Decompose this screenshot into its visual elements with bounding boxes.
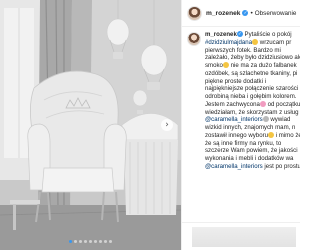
carousel-dot[interactable] [99,240,102,243]
caption-text-segment: wizkid innych, znajomych mam, n [205,124,296,131]
caption-text-segment: Jestem zachwycona [205,100,260,108]
caption-text-segment: nie ma za dużo falbanek [228,62,297,69]
caption-text-segment: zależało, żeby było dzidziusiowo ale [205,54,300,62]
post-header: m_rozenek ✓ • Obserwowanie [182,0,300,27]
caption-line: zostawił innego wyboru i mimo że [205,131,300,140]
caption-text-segment: od początku [265,100,300,108]
carousel-dot[interactable] [84,240,87,243]
nursery-photo [0,0,181,250]
hashtag-link[interactable]: #dzidziulmajdana [205,39,252,46]
caption-text-segment: jest po prostu [262,162,300,170]
caption-text-segment: piękne proste dodatki i [205,77,266,85]
caption-line: #dzidziulmajdana wrzucam pr [205,38,300,47]
mention-link[interactable]: @caramella_interiors [205,116,263,123]
caption-text-segment: pierwszych fotek. Bardzo mi [205,46,281,54]
caption-line: najpiękniejsze połączenie szarości [205,85,300,93]
carousel-dot[interactable] [94,240,97,243]
caption: m_rozenek✓ Pytaliście o pokój #dzidziulma… [182,27,300,171]
caption-text-segment: wrzucam pr [258,38,292,46]
blurred-area [182,222,300,250]
post-sidebar: m_rozenek ✓ • Obserwowanie m_rozenek✓ Py… [181,0,300,250]
caption-line: wizkid innych, znajomych mam, n [205,124,300,132]
carousel-dot-active[interactable] [69,240,72,243]
follow-button[interactable]: Obserwowanie [255,10,297,17]
caption-text-segment: wiedziałam, że skorzystam z usług [205,108,299,116]
caption-text: m_rozenek✓ Pytaliście o pokój #dzidziulma… [205,31,300,171]
post-photo[interactable]: › [0,0,181,250]
caption-line: ozdóbek, są szlachetne tkaniny, pi [205,70,300,78]
caption-line: że są inne firmy na rynku, to [205,140,300,148]
caption-text-segment: wywiad [268,116,291,124]
caption-text-segment: ozdóbek, są szlachetne tkaniny, pi [205,69,298,77]
caption-line: wykonania i mebli i dodatków wa [205,155,300,163]
mention-link[interactable]: @caramella_interiors [205,163,263,170]
avatar[interactable] [187,5,202,21]
caption-line: Jestem zachwycona od początku [205,100,300,109]
carousel-indicator [0,240,181,243]
carousel-dot[interactable] [79,240,82,243]
carousel-dot[interactable] [89,240,92,243]
chevron-right-icon[interactable]: › [161,119,173,131]
caption-text-segment: wykonania i mebli i dodatków wa [205,155,294,162]
caption-text-segment: że są inne firmy na rynku, to [205,139,282,147]
caption-username[interactable]: m_rozenek [205,31,237,38]
caption-text-segment: zostawił innego wyboru [205,131,269,139]
carousel-dot[interactable] [104,240,107,243]
caption-line: m_rozenek✓ Pytaliście o pokój [205,31,300,39]
caption-text-segment: smoko [205,62,223,69]
caption-text-segment: Pytaliście o pokój [242,31,292,38]
caption-line: piękne proste dodatki i [205,78,300,86]
verified-badge-icon: ✓ [242,10,249,16]
header-username[interactable]: m_rozenek [206,10,240,17]
caption-line: pierwszych fotek. Bardzo mi [205,47,300,55]
caption-line: @caramella_interiors wywiad [205,116,300,124]
caption-line: wiedziałam, że skorzystam z usług [205,109,300,117]
carousel-dot[interactable] [109,240,112,243]
caption-text-segment: szczerze Wam powiem, że jakości [205,147,298,155]
caption-text-segment: najpiękniejsze połączenie szarości [205,85,299,93]
caption-avatar[interactable] [187,32,201,46]
caption-line: @caramella_interiors jest po prostu [205,163,300,171]
caption-text-segment: odrobiną nieba i gołębim kolorem. [205,93,297,100]
caption-text-segment: i mimo że [274,131,300,139]
carousel-dot[interactable] [74,240,77,243]
caption-line: smoko nie ma za dużo falbanek [205,62,300,70]
caption-line: odrobiną nieba i gołębim kolorem. [205,93,300,101]
blurred-content [192,227,296,247]
header-separator: • [250,9,253,17]
caption-line: szczerze Wam powiem, że jakości [205,147,300,155]
caption-line: zależało, żeby było dzidziusiowo ale [205,54,300,62]
